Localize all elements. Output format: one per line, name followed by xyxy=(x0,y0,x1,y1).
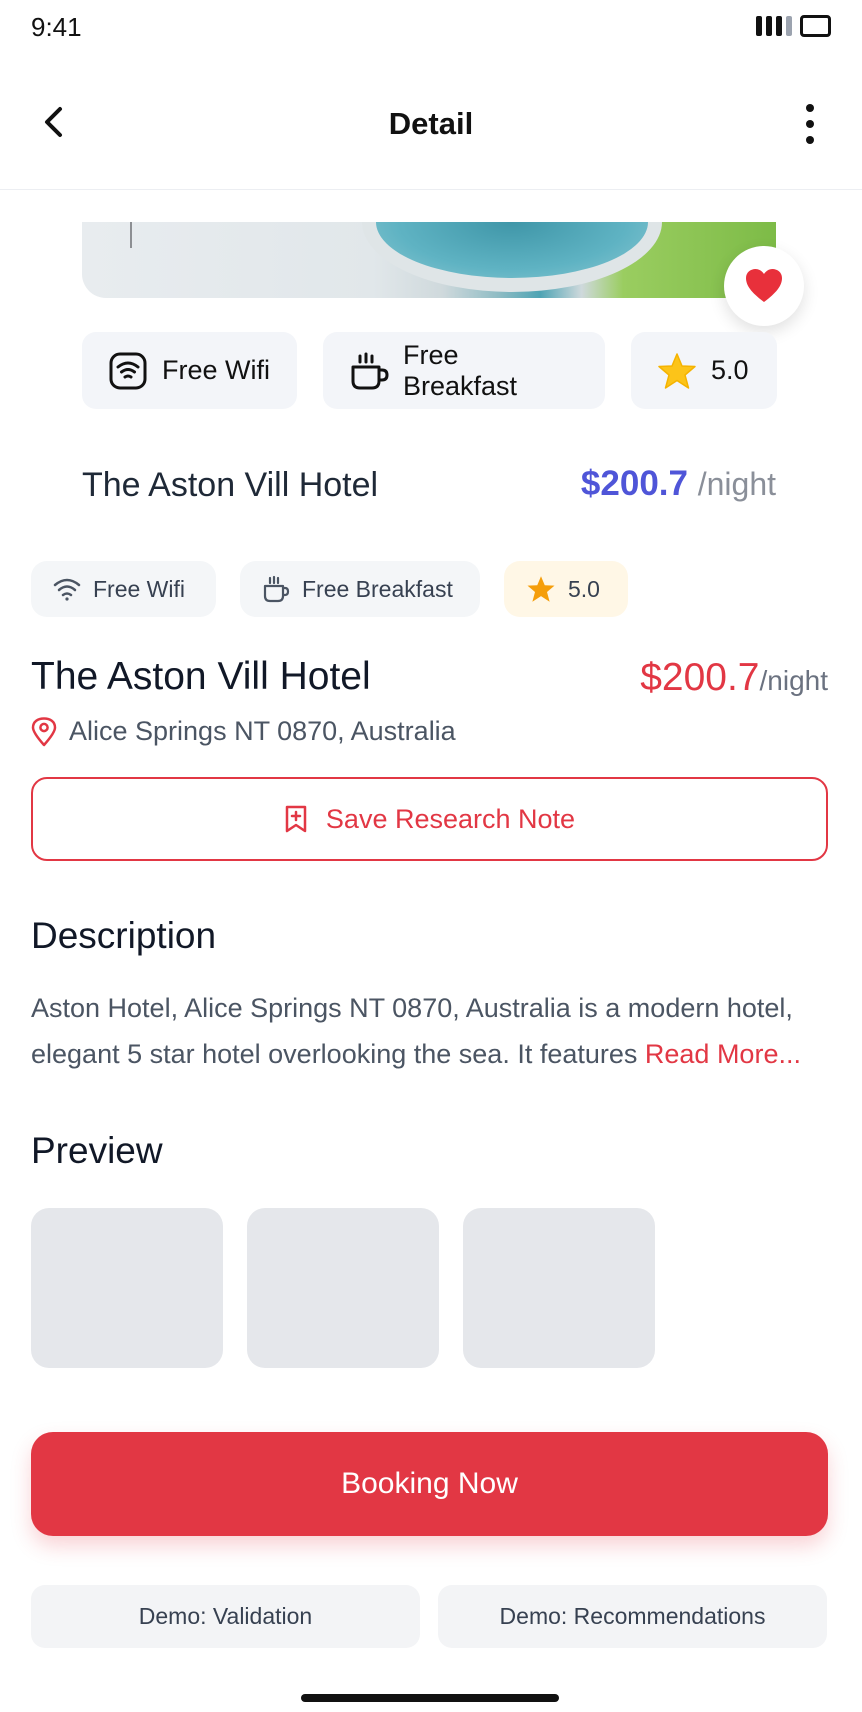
save-button-label: Save Research Note xyxy=(325,803,576,834)
amenity-label: Free Breakfast xyxy=(403,339,518,401)
card-amenities: Free Wifi Free Breakfast 5.0 xyxy=(82,332,777,409)
preview-thumbnail[interactable] xyxy=(247,1208,439,1368)
card-hotel-title: The Aston Vill Hotel xyxy=(82,466,379,504)
amenity-label: Free Wifi xyxy=(93,575,185,602)
more-options-button[interactable] xyxy=(802,104,818,144)
status-time: 9:41 xyxy=(31,12,82,42)
demo-actions: Demo: Validation Demo: Recommendations xyxy=(31,1585,827,1648)
preview-thumbnail[interactable] xyxy=(463,1208,655,1368)
hotel-hero-image xyxy=(82,222,776,298)
hotel-title: The Aston Vill Hotel xyxy=(31,655,371,698)
preview-thumbnail[interactable] xyxy=(31,1208,223,1368)
status-icons xyxy=(756,15,831,37)
rating-chip: 5.0 xyxy=(504,561,628,617)
price-value: $200.7 xyxy=(640,656,760,699)
page-title: Detail xyxy=(388,106,474,141)
rating-value: 5.0 xyxy=(711,355,749,385)
wifi-icon xyxy=(53,578,81,601)
battery-icon xyxy=(800,15,831,37)
heart-icon xyxy=(746,269,782,302)
detail-amenities: Free Wifi Free Breakfast 5.0 xyxy=(31,561,628,617)
price-unit: /night xyxy=(697,466,776,502)
amenity-label: Free Breakfast xyxy=(302,575,453,602)
description-text: Aston Hotel, Alice Springs NT 0870, Aust… xyxy=(31,985,841,1077)
bookmark-plus-icon xyxy=(285,805,307,833)
wifi-icon xyxy=(108,351,148,391)
preview-gallery xyxy=(31,1208,655,1368)
demo-recommendations-button[interactable]: Demo: Recommendations xyxy=(438,1585,827,1648)
save-research-note-button[interactable]: Save Research Note xyxy=(31,777,828,861)
location-pin-icon xyxy=(31,716,57,746)
status-bar: 9:41 xyxy=(0,0,862,58)
amenity-chip-breakfast: Free Breakfast xyxy=(323,332,605,409)
card-price: $200.7 /night xyxy=(581,464,776,504)
coffee-cup-icon xyxy=(349,351,389,391)
demo-validation-button[interactable]: Demo: Validation xyxy=(31,1585,420,1648)
price-value: $200.7 xyxy=(580,464,688,503)
price-unit: /night xyxy=(759,665,829,696)
amenity-chip-breakfast: Free Breakfast xyxy=(240,561,480,617)
signal-icon xyxy=(756,16,792,36)
star-icon xyxy=(657,351,697,391)
hotel-price: $200.7/night xyxy=(640,656,828,700)
preview-heading: Preview xyxy=(31,1130,163,1171)
booking-now-button[interactable]: Booking Now xyxy=(31,1432,828,1536)
rating-chip: 5.0 xyxy=(631,332,777,409)
read-more-link[interactable]: Read More... xyxy=(645,1039,801,1069)
star-icon xyxy=(527,576,555,602)
hotel-address: Alice Springs NT 0870, Australia xyxy=(31,716,456,747)
address-text: Alice Springs NT 0870, Australia xyxy=(69,716,456,746)
amenity-label: Free Wifi xyxy=(162,355,270,385)
coffee-cup-icon xyxy=(263,575,290,603)
home-indicator xyxy=(301,1694,559,1702)
top-navigation: Detail xyxy=(0,80,862,190)
rating-value: 5.0 xyxy=(568,575,600,602)
description-heading: Description xyxy=(31,915,217,956)
more-vertical-icon xyxy=(806,104,814,112)
amenity-chip-wifi: Free Wifi xyxy=(31,561,216,617)
amenity-chip-wifi: Free Wifi xyxy=(82,332,297,409)
favorite-button[interactable] xyxy=(724,246,804,326)
